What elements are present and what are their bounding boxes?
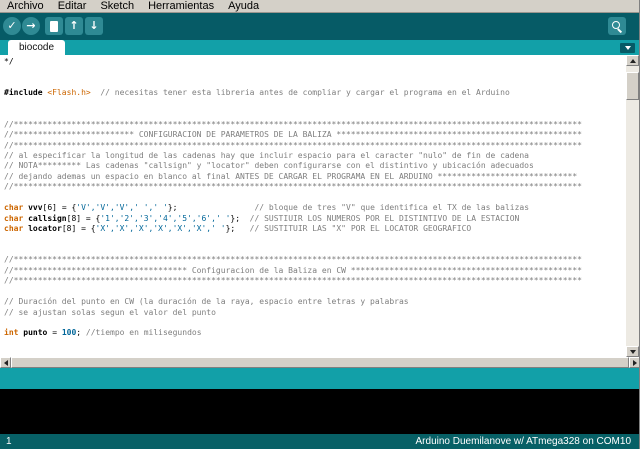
tab-bar: biocode [0,40,639,55]
tab-menu-button[interactable] [620,43,635,53]
save-button[interactable]: ↓ [85,17,103,35]
scroll-up-button[interactable] [626,55,639,66]
menu-sketch[interactable]: Sketch [93,0,141,13]
arrow-up-icon: ↑ [69,17,78,35]
toolbar: ✓ → ↑ ↓ [0,13,639,40]
horizontal-scrollbar[interactable] [0,357,640,368]
console-output [0,389,639,434]
scroll-down-button[interactable] [626,346,639,357]
check-icon: ✓ [7,17,16,35]
arrow-right-icon [633,360,637,366]
menu-ayuda[interactable]: Ayuda [221,0,266,13]
vertical-scrollbar-thumb[interactable] [626,72,639,100]
arrow-left-icon [4,360,8,366]
open-button[interactable]: ↑ [65,17,83,35]
scroll-right-button[interactable] [629,357,640,368]
arrow-right-icon: → [26,17,35,35]
upload-button[interactable]: → [22,17,40,35]
vertical-scrollbar[interactable] [626,55,639,357]
tab-label: biocode [19,42,54,53]
new-sketch-button[interactable] [45,17,63,35]
chevron-down-icon [625,46,631,50]
tab-biocode[interactable]: biocode [8,40,65,55]
menu-herramientas[interactable]: Herramientas [141,0,221,13]
code-text: */ #include <Flash.h> // necesitas tener… [4,57,582,339]
status-bar: 1 Arduino Duemilanove w/ ATmega328 on CO… [0,434,639,449]
scroll-left-button[interactable] [0,357,11,368]
horizontal-scrollbar-thumb[interactable] [11,357,629,368]
document-icon [50,21,58,32]
menu-editar[interactable]: Editar [51,0,94,13]
verify-button[interactable]: ✓ [3,17,21,35]
code-editor[interactable]: */ #include <Flash.h> // necesitas tener… [0,55,627,357]
board-port-status: Arduino Duemilanove w/ ATmega328 on COM1… [416,436,631,447]
menu-archivo[interactable]: Archivo [0,0,51,13]
status-message-strip [0,368,639,389]
menu-bar: ArchivoEditarSketchHerramientasAyuda [0,0,639,13]
arrow-down-icon: ↓ [89,17,98,35]
magnifier-icon [612,21,623,32]
line-number-indicator: 1 [6,436,12,447]
arrow-up-icon [630,59,636,63]
arrow-down-icon [630,350,636,354]
serial-monitor-button[interactable] [608,17,626,35]
arduino-ide-window: ArchivoEditarSketchHerramientasAyuda ✓ →… [0,0,640,449]
